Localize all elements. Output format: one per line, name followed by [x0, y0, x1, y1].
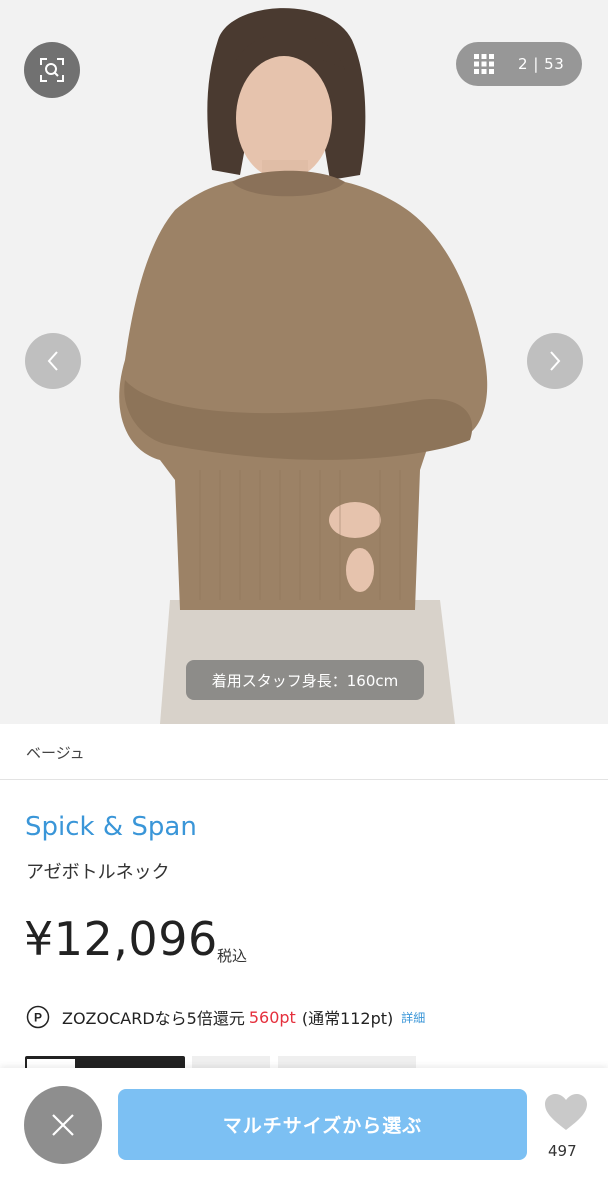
select-size-button[interactable]: マルチサイズから選ぶ — [118, 1089, 527, 1160]
tab-peek[interactable] — [278, 1056, 416, 1068]
points-detail-link[interactable]: 詳細 — [401, 1009, 425, 1026]
close-icon — [52, 1114, 74, 1136]
grid-icon — [474, 54, 494, 74]
heart-icon — [545, 1094, 587, 1130]
tax-label: 税込 — [217, 947, 248, 965]
chevron-right-icon — [550, 351, 561, 371]
chevron-left-icon — [47, 351, 58, 371]
tab-peek-active[interactable] — [25, 1056, 185, 1068]
normal-points: (通常112pt) — [301, 1009, 394, 1028]
brand-link[interactable]: Spick & Span — [25, 812, 197, 842]
staff-height-caption: 着用スタッフ身長：160cm — [186, 660, 424, 700]
image-zoom-button[interactable] — [24, 42, 80, 98]
total-image-count: 53 — [544, 55, 565, 73]
image-search-icon — [40, 58, 64, 82]
current-image-index: 2 — [518, 55, 529, 73]
product-image-gallery[interactable]: 2 | 53 着用スタッフ身長：160cm — [0, 0, 608, 724]
close-button[interactable] — [24, 1086, 102, 1164]
svg-text:P: P — [34, 1011, 42, 1025]
image-counter[interactable]: 2 | 53 — [456, 42, 582, 86]
tab-peek[interactable] — [192, 1056, 270, 1068]
price: ¥12,096 — [24, 912, 218, 966]
like-button[interactable] — [543, 1092, 591, 1136]
divider — [0, 779, 608, 780]
image-counter-text: 2 | 53 — [518, 55, 564, 73]
product-photo — [0, 0, 608, 724]
counter-separator: | — [533, 55, 539, 73]
like-count: 497 — [548, 1142, 577, 1160]
points-info: P ZOZOCARDなら5倍還元 560pt (通常112pt) 詳細 — [26, 1005, 425, 1029]
color-name: ベージュ — [26, 744, 85, 762]
points-amount: 560pt — [248, 1007, 296, 1027]
product-name: アゼボトルネック — [26, 862, 170, 883]
next-image-button[interactable] — [527, 333, 583, 389]
previous-image-button[interactable] — [25, 333, 81, 389]
points-p-icon: P — [26, 1005, 50, 1029]
points-text: ZOZOCARDなら5倍還元 — [62, 1009, 245, 1028]
